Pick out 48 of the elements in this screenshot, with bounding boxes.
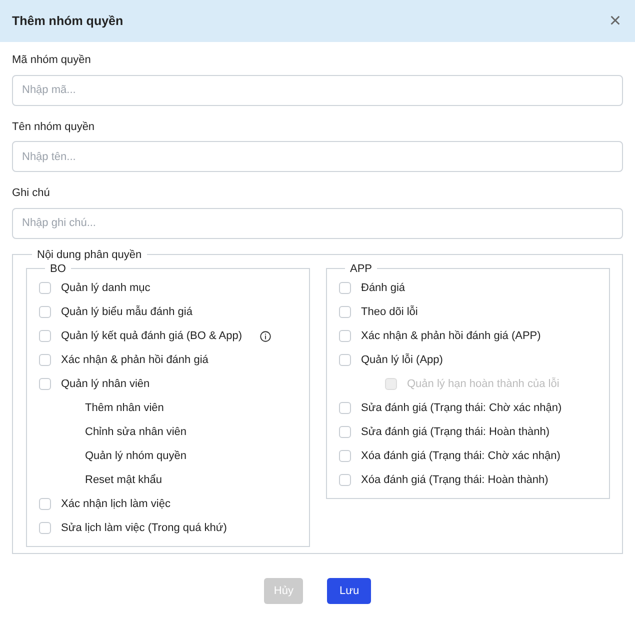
checkbox-label: Xác nhận lịch làm việc (61, 496, 170, 512)
checkbox-label: Theo dõi lỗi (361, 304, 418, 320)
checkbox[interactable] (39, 330, 51, 342)
checkbox-label: Xóa đánh giá (Trạng thái: Hoàn thành) (361, 472, 548, 488)
info-icon[interactable] (260, 330, 272, 342)
checkbox[interactable] (39, 378, 51, 390)
checkbox[interactable] (339, 426, 351, 438)
permission-label: Thêm nhân viên (85, 400, 164, 416)
dialog-title: Thêm nhóm quyền (12, 12, 124, 30)
checkbox-label: Quản lý nhân viên (61, 376, 150, 392)
checkbox-label: Quản lý danh mục (61, 280, 150, 296)
checkbox-label: Quản lý biểu mẫu đánh giá (61, 304, 192, 320)
checkbox-label: Quản lý lỗi (App) (361, 352, 443, 368)
checkbox-label: Đánh giá (361, 280, 406, 296)
checkbox[interactable] (339, 354, 351, 366)
close-button[interactable]: × (607, 11, 623, 31)
action-button[interactable]: Lưu (327, 578, 372, 604)
checkbox-label: Quản lý kết quả đánh giá (BO & App) (61, 328, 242, 344)
checkbox-label: Sửa đánh giá (Trạng thái: Hoàn thành) (361, 424, 550, 440)
checkbox[interactable] (39, 498, 51, 510)
panel-legend: Nội dung phân quyền (32, 248, 147, 262)
checkbox[interactable] (339, 450, 351, 462)
checkbox[interactable] (339, 474, 351, 486)
group-legend: BO (45, 262, 71, 276)
input-field[interactable]: Nhập tên... (12, 141, 623, 172)
checkbox-label: Sửa lịch làm việc (Trong quá khứ) (61, 520, 227, 536)
checkbox-label: Xóa đánh giá (Trạng thái: Chờ xác nhận) (361, 448, 560, 464)
group-legend: APP (345, 262, 378, 276)
checkbox[interactable] (39, 306, 51, 318)
permission-label: Chỉnh sửa nhân viên (85, 424, 187, 440)
input-field[interactable]: Nhập ghi chú... (12, 208, 623, 238)
field-label: Mã nhóm quyền (12, 53, 91, 68)
checkbox[interactable] (339, 306, 351, 318)
checkbox-label: Quản lý hạn hoàn thành của lỗi (407, 376, 560, 392)
checkbox-label: Xác nhận & phản hồi đánh giá (APP) (361, 328, 541, 344)
field-label: Ghi chú (12, 186, 50, 201)
permission-label: Reset mật khẩu (85, 472, 162, 488)
checkbox[interactable] (339, 282, 351, 294)
permission-label: Quản lý nhóm quyền (85, 448, 187, 464)
checkbox[interactable] (39, 522, 51, 534)
checkbox-label: Sửa đánh giá (Trạng thái: Chờ xác nhận) (361, 400, 562, 416)
checkbox[interactable] (39, 354, 51, 366)
checkbox[interactable] (39, 282, 51, 294)
checkbox[interactable] (339, 402, 351, 414)
input-field[interactable]: Nhập mã... (12, 74, 623, 106)
checkbox[interactable] (339, 330, 351, 342)
field-label: Tên nhóm quyền (12, 120, 95, 134)
checkbox-label: Xác nhận & phản hồi đánh giá (61, 352, 208, 368)
